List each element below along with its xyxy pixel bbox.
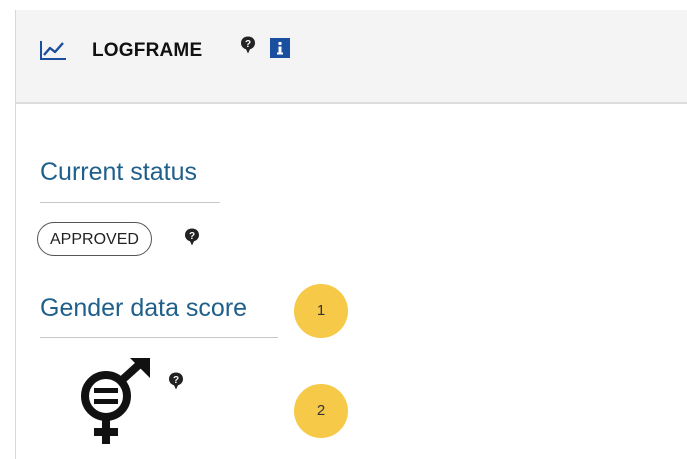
callout-badge-2: 2 bbox=[294, 384, 348, 438]
help-icon[interactable]: ? bbox=[240, 36, 256, 54]
chart-line-icon bbox=[40, 41, 66, 60]
current-status-heading: Current status bbox=[40, 158, 198, 186]
logframe-page: LOGFRAME ? Current status APPROVED ? Gen… bbox=[0, 0, 687, 459]
gender-data-score-divider bbox=[40, 337, 278, 338]
gender-data-score-heading: Gender data score bbox=[40, 294, 248, 322]
svg-text:?: ? bbox=[189, 231, 195, 242]
callout-badge-1: 1 bbox=[294, 284, 348, 338]
info-icon[interactable] bbox=[270, 38, 290, 58]
header-title: LOGFRAME bbox=[92, 40, 203, 61]
status-badge: APPROVED bbox=[37, 222, 152, 256]
svg-text:?: ? bbox=[245, 39, 251, 50]
gender-score-help-icon[interactable]: ? bbox=[168, 372, 184, 390]
gender-equality-icon bbox=[81, 358, 150, 444]
current-status-divider bbox=[40, 202, 220, 203]
status-help-icon[interactable]: ? bbox=[184, 228, 200, 246]
svg-text:?: ? bbox=[173, 375, 179, 386]
